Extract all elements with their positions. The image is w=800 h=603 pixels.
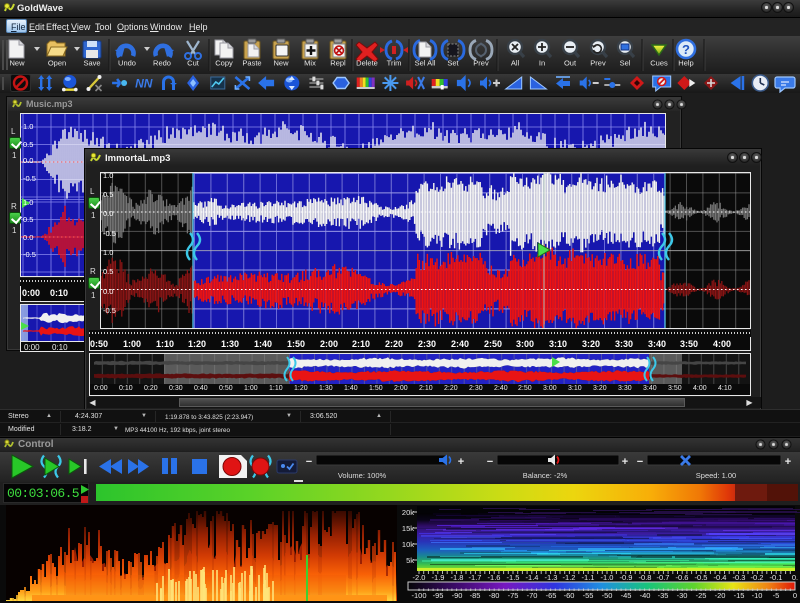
svg-text:-0.1: -0.1 bbox=[770, 573, 783, 582]
svg-text:New: New bbox=[273, 59, 289, 68]
svg-text:-100: -100 bbox=[411, 591, 426, 600]
svg-text:-1.0: -1.0 bbox=[601, 573, 614, 582]
svg-text:Redo: Redo bbox=[153, 59, 171, 68]
svg-text:-2.0: -2.0 bbox=[413, 573, 426, 582]
svg-text:Balance: -2%: Balance: -2% bbox=[523, 471, 568, 480]
svg-text:Copy: Copy bbox=[215, 59, 233, 68]
svg-text:Paste: Paste bbox=[242, 59, 261, 68]
svg-text:Save: Save bbox=[83, 59, 100, 68]
svg-text:Prev: Prev bbox=[473, 59, 489, 68]
svg-text:-20: -20 bbox=[715, 591, 726, 600]
svg-text:Sel All: Sel All bbox=[415, 59, 436, 68]
svg-text:−: − bbox=[306, 456, 312, 468]
svg-text:-25: -25 bbox=[696, 591, 707, 600]
svg-text:Mix: Mix bbox=[304, 59, 316, 68]
svg-text:Cut: Cut bbox=[187, 59, 200, 68]
svg-text:-15: -15 bbox=[734, 591, 745, 600]
svg-text:Sel: Sel bbox=[620, 59, 631, 68]
svg-text:+: + bbox=[785, 456, 791, 468]
svg-text:Set: Set bbox=[447, 59, 459, 68]
svg-text:0: 0 bbox=[793, 591, 797, 600]
svg-text:15k: 15k bbox=[402, 524, 414, 533]
svg-text:Prev: Prev bbox=[590, 59, 606, 68]
svg-text:Trim: Trim bbox=[387, 59, 402, 68]
svg-text:-35: -35 bbox=[658, 591, 669, 600]
svg-text:-0.5: -0.5 bbox=[695, 573, 708, 582]
svg-text:-1.8: -1.8 bbox=[451, 573, 464, 582]
svg-text:-95: -95 bbox=[433, 591, 444, 600]
svg-text:-0.9: -0.9 bbox=[620, 573, 633, 582]
svg-text:-60: -60 bbox=[564, 591, 575, 600]
svg-text:-1.9: -1.9 bbox=[432, 573, 445, 582]
svg-text:+: + bbox=[622, 456, 628, 468]
svg-text:-0.4: -0.4 bbox=[714, 573, 727, 582]
svg-text:NN: NN bbox=[135, 77, 153, 91]
svg-text:−: − bbox=[637, 456, 643, 468]
svg-text:-0.6: -0.6 bbox=[676, 573, 689, 582]
svg-text:-1.3: -1.3 bbox=[545, 573, 558, 582]
svg-text:-0.2: -0.2 bbox=[751, 573, 764, 582]
svg-text:All: All bbox=[511, 59, 520, 68]
svg-text:Help: Help bbox=[678, 59, 693, 68]
svg-text:-40: -40 bbox=[640, 591, 651, 600]
svg-text:−: − bbox=[487, 456, 493, 468]
svg-text:Repl: Repl bbox=[330, 59, 346, 68]
svg-text:-90: -90 bbox=[452, 591, 463, 600]
svg-text:+: + bbox=[458, 456, 464, 468]
svg-text:Speed: 1.00: Speed: 1.00 bbox=[696, 471, 736, 480]
svg-text:Volume: 100%: Volume: 100% bbox=[338, 471, 387, 480]
svg-text:-5: -5 bbox=[773, 591, 780, 600]
svg-text:New: New bbox=[9, 59, 25, 68]
svg-text:-65: -65 bbox=[546, 591, 557, 600]
svg-text:-80: -80 bbox=[489, 591, 500, 600]
svg-text:-70: -70 bbox=[527, 591, 538, 600]
svg-text:-1.2: -1.2 bbox=[563, 573, 576, 582]
svg-text:Out: Out bbox=[564, 59, 577, 68]
svg-text:In: In bbox=[539, 59, 545, 68]
svg-text:-75: -75 bbox=[508, 591, 519, 600]
svg-text:-1.6: -1.6 bbox=[488, 573, 501, 582]
svg-text:-1.7: -1.7 bbox=[469, 573, 482, 582]
svg-text:-1.1: -1.1 bbox=[582, 573, 595, 582]
svg-text:-45: -45 bbox=[621, 591, 632, 600]
svg-text:Undo: Undo bbox=[118, 59, 136, 68]
svg-text:-55: -55 bbox=[583, 591, 594, 600]
svg-text:-85: -85 bbox=[470, 591, 481, 600]
svg-text:-30: -30 bbox=[677, 591, 688, 600]
svg-text:20k: 20k bbox=[402, 508, 414, 517]
svg-text:-1.4: -1.4 bbox=[526, 573, 539, 582]
svg-text:10k: 10k bbox=[402, 540, 414, 549]
svg-text:Open: Open bbox=[48, 59, 66, 68]
svg-text:0.: 0. bbox=[792, 573, 798, 582]
svg-text:-1.5: -1.5 bbox=[507, 573, 520, 582]
svg-text:-0.3: -0.3 bbox=[733, 573, 746, 582]
svg-text:-0.7: -0.7 bbox=[657, 573, 670, 582]
svg-text:-0.8: -0.8 bbox=[639, 573, 652, 582]
svg-text:Delete: Delete bbox=[356, 59, 378, 68]
svg-text:-50: -50 bbox=[602, 591, 613, 600]
svg-text:-10: -10 bbox=[752, 591, 763, 600]
svg-text:Cues: Cues bbox=[650, 59, 668, 68]
svg-text:?: ? bbox=[682, 42, 690, 57]
